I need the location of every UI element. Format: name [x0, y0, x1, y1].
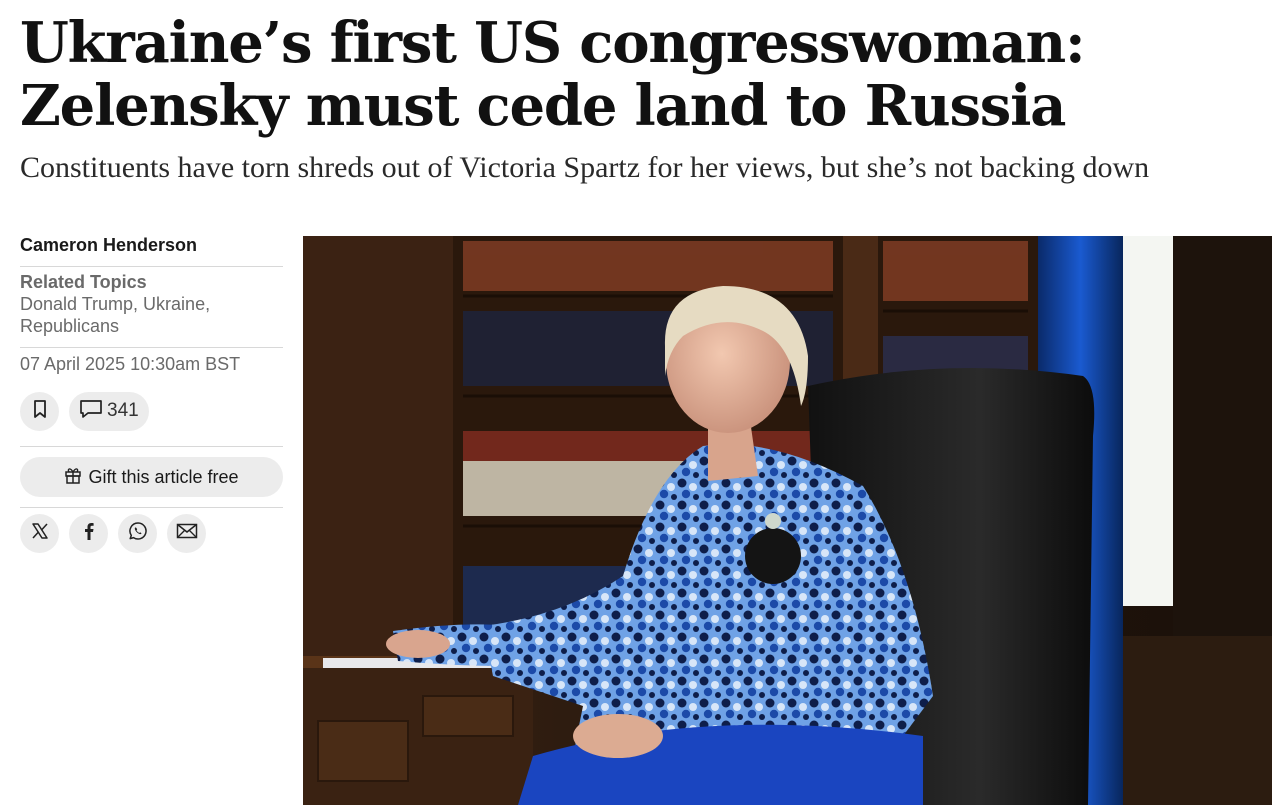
related-topics-label: Related Topics: [20, 272, 147, 292]
share-facebook-button[interactable]: [69, 514, 108, 553]
gift-article-label: Gift this article free: [88, 466, 239, 487]
gift-icon: [64, 466, 82, 489]
facebook-icon: [83, 522, 95, 545]
article-headline: Ukraine’s first US congresswoman: Zelens…: [20, 10, 1086, 139]
email-icon: [176, 523, 198, 544]
hero-image[interactable]: [303, 236, 1272, 805]
related-topics-list[interactable]: Donald Trump, Ukraine, Republicans: [20, 293, 283, 337]
comment-count: 341: [107, 400, 139, 421]
x-icon: [31, 522, 49, 545]
divider: [20, 446, 283, 447]
article-meta-sidebar: Cameron Henderson Related Topics Donald …: [20, 232, 283, 553]
article-actions: 341: [20, 386, 283, 436]
share-x-button[interactable]: [20, 514, 59, 553]
comments-button[interactable]: 341: [69, 391, 149, 431]
divider: [20, 347, 283, 348]
hero-photo-illustration: [303, 236, 1272, 805]
share-buttons: [20, 514, 283, 553]
whatsapp-icon: [128, 521, 148, 546]
author-name[interactable]: Cameron Henderson: [20, 232, 283, 266]
bookmark-icon: [31, 399, 49, 424]
share-whatsapp-button[interactable]: [118, 514, 157, 553]
comment-icon: [79, 399, 103, 424]
article-standfirst: Constituents have torn shreds out of Vic…: [20, 151, 1150, 184]
share-email-button[interactable]: [167, 514, 206, 553]
divider: [20, 266, 283, 267]
gift-article-button[interactable]: Gift this article free: [20, 457, 283, 497]
divider: [20, 507, 283, 508]
publish-date: 07 April 2025 10:30am BST: [20, 354, 241, 374]
bookmark-button[interactable]: [20, 391, 59, 431]
